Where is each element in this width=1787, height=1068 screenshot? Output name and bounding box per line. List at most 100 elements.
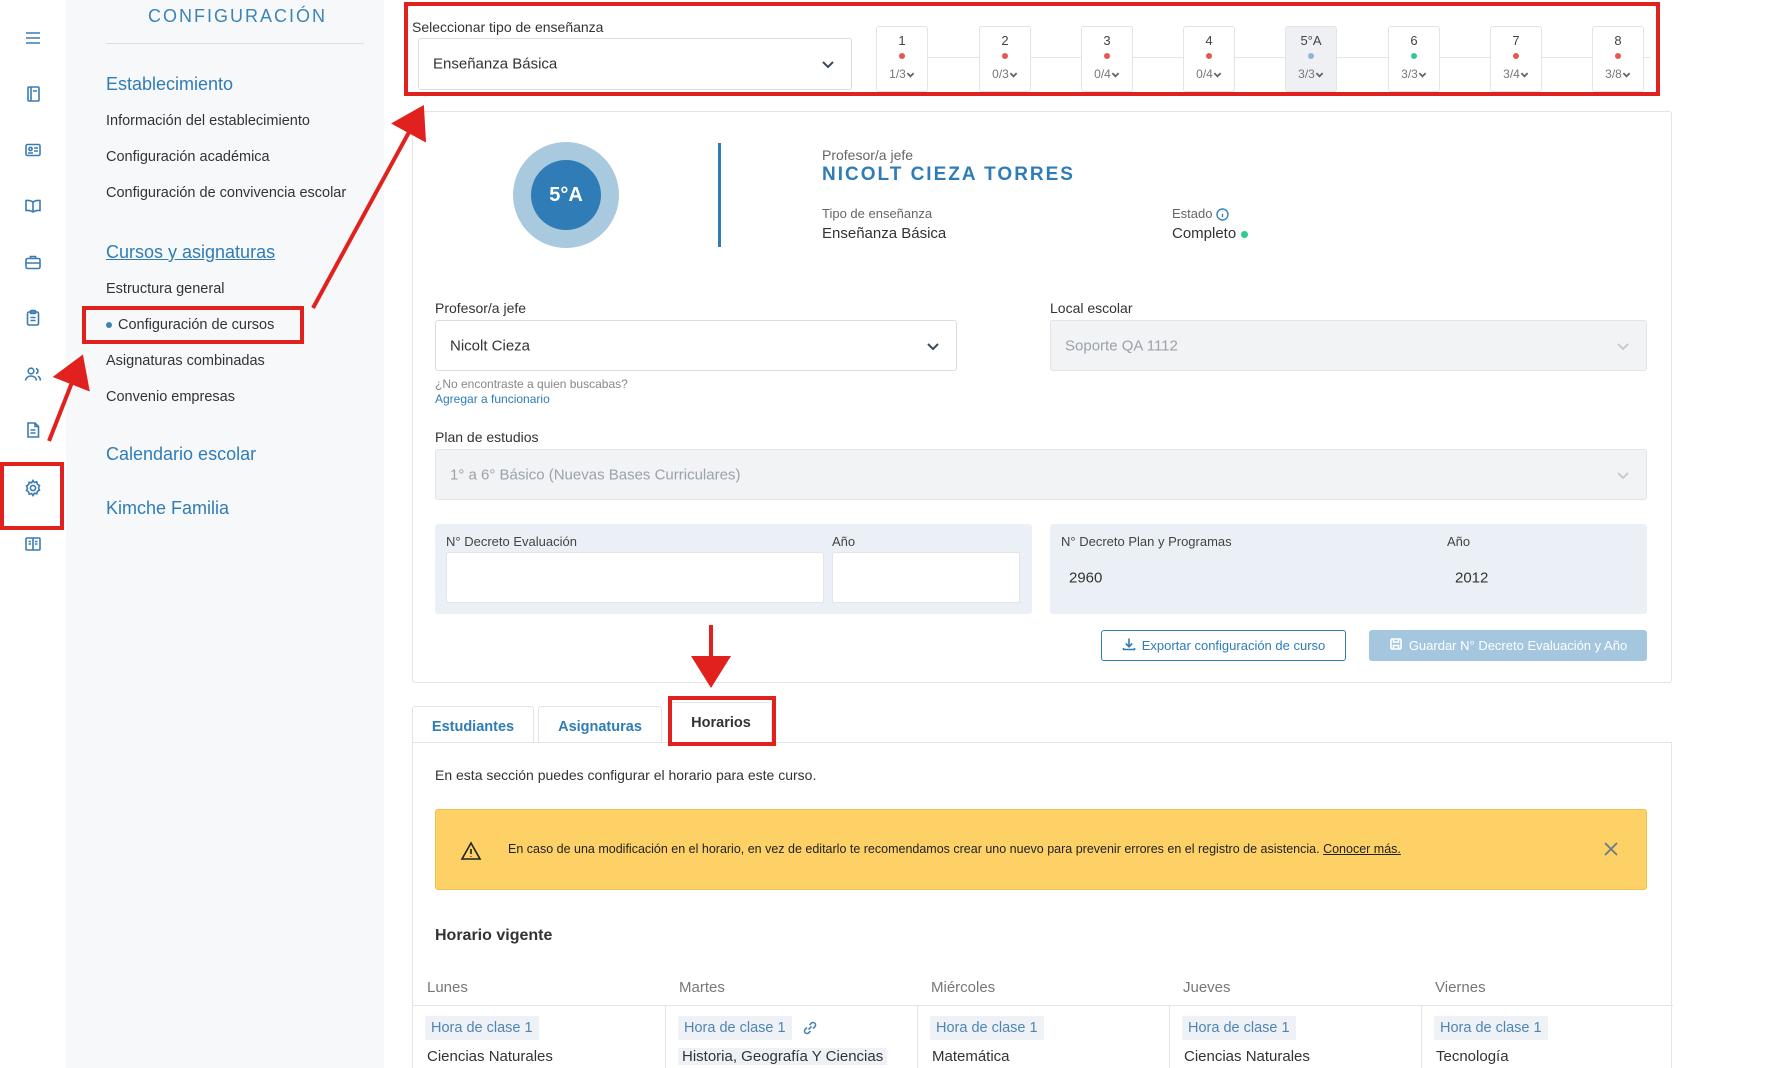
teacher-select[interactable]: Nicolt Cieza [435,320,957,371]
teacher-field-label: Profesor/a jefe [435,300,527,316]
day-column: Hora de clase 1 Ciencias Naturales [1169,1005,1421,1068]
save-icon [1389,637,1403,654]
menu-icon[interactable] [21,26,45,50]
status-label: Estado [1172,206,1213,221]
course-card: 5°A Profesor/a jefe NICOLT CIEZA TORRES … [412,111,1672,683]
download-icon [1122,637,1136,654]
tab-estudiantes[interactable]: Estudiantes [412,706,534,746]
schedule-title: Horario vigente [435,927,553,944]
tab-asignaturas[interactable]: Asignaturas [538,706,662,746]
class-subject: Ciencias Naturales [1184,1048,1310,1065]
info-icon[interactable] [1216,206,1229,221]
class-subject: Historia, Geografía Y Ciencias [678,1048,888,1065]
warning-icon [460,840,482,862]
day-column: Hora de clase 1 Tecnología [1421,1005,1673,1068]
sidebar-item-convenio[interactable]: Convenio empresas [106,389,235,405]
year-plan-value: 2012 [1455,569,1489,586]
day-header: Miércoles [931,979,996,996]
section-kimche-familia[interactable]: Kimche Familia [106,498,229,519]
course-avatar-label: 5°A [531,160,601,230]
course-avatar: 5°A [513,142,619,248]
app-root: CONFIGURACIÓN Establecimiento Informació… [0,0,1787,1068]
day-header: Lunes [427,979,468,996]
decree-plan-box: N° Decreto Plan y Programas Año 2960 201… [1050,524,1647,614]
sidebar-item-estructura[interactable]: Estructura general [106,281,224,297]
id-card-icon[interactable] [21,138,45,162]
sidebar-divider [106,43,364,44]
plan-field-label: Plan de estudios [435,429,539,445]
chevron-down-icon [1616,339,1630,353]
status-dot [1241,230,1249,238]
add-staff-link[interactable]: Agregar a funcionario [435,392,550,406]
status-value: Completo [1172,225,1237,242]
sidebar-item-asignaturas-combinadas[interactable]: Asignaturas combinadas [106,353,265,369]
users-icon[interactable] [21,362,45,386]
day-column: Hora de clase 1 Matemática [917,1005,1169,1068]
decree-plan-value: 2960 [1069,569,1103,586]
day-header: Jueves [1183,979,1231,996]
save-decree-button[interactable]: Guardar N° Decreto Evaluación y Año [1369,630,1647,661]
plan-select-value: 1° a 6° Básico (Nuevas Bases Curriculare… [450,466,741,483]
warning-banner: En caso de una modificación en el horari… [435,809,1647,890]
class-slot-chip[interactable]: Hora de clase 1 [930,1016,1044,1040]
class-slot-chip[interactable]: Hora de clase 1 [678,1016,792,1040]
schedule-panel: En esta sección puedes configurar el hor… [412,742,1673,1068]
learn-more-link[interactable]: Conocer más. [1323,842,1401,856]
annotation-box-gear [0,462,64,530]
briefcase-icon[interactable] [21,250,45,274]
not-found-hint: ¿No encontraste a quien buscabas? [435,377,628,391]
year-plan-label: Año [1447,534,1471,549]
teaching-type-info-label: Tipo de enseñanza [822,206,933,221]
icon-rail [0,0,66,1068]
status-value-row: Completo [1172,225,1249,242]
class-slot-chip[interactable]: Hora de clase 1 [1434,1016,1548,1040]
warning-text: En caso de una modificación en el horari… [508,842,1320,856]
export-config-label: Exportar configuración de curso [1141,638,1326,653]
section-cursos-asignaturas[interactable]: Cursos y asignaturas [106,242,275,263]
teacher-select-value: Nicolt Cieza [450,337,531,354]
day-column: Hora de clase 1 Ciencias Naturales [413,1005,665,1068]
chevron-down-icon [926,339,940,353]
annotation-box-horarios [668,696,776,746]
close-icon[interactable] [1602,840,1620,858]
year-plan-input: 2012 [1447,552,1635,603]
day-column: Hora de clase 1 Historia, Geografía Y Cie… [665,1005,917,1068]
local-select-value: Soporte QA 1112 [1065,337,1178,354]
day-header: Martes [679,979,725,996]
section-establecimiento[interactable]: Establecimiento [106,74,233,95]
year-eval-input[interactable] [832,552,1020,603]
section-calendario[interactable]: Calendario escolar [106,444,256,465]
local-field-label: Local escolar [1050,300,1133,316]
annotation-box-config-courses [82,306,304,344]
sidebar-item-config-academica[interactable]: Configuración académica [106,149,270,165]
class-subject: Tecnología [1436,1048,1509,1065]
teaching-type-info-value: Enseñanza Básica [822,225,947,242]
link-icon[interactable] [801,1019,819,1037]
status-label-row: Estado [1172,206,1229,221]
document-icon[interactable] [21,418,45,442]
clipboard-icon[interactable] [21,306,45,330]
notebook-icon[interactable] [21,82,45,106]
sidebar-title: CONFIGURACIÓN [148,6,327,26]
annotation-box-teaching-type [404,2,1660,96]
config-sidebar: CONFIGURACIÓN Establecimiento Informació… [66,0,384,1068]
sidebar-item-informacion[interactable]: Información del establecimiento [106,113,310,129]
day-header: Viernes [1435,979,1486,996]
head-teacher-label: Profesor/a jefe [822,147,914,163]
book-open-icon[interactable] [21,194,45,218]
export-config-button[interactable]: Exportar configuración de curso [1101,630,1346,661]
chevron-down-icon [1616,468,1630,482]
class-slot-chip[interactable]: Hora de clase 1 [1182,1016,1296,1040]
schedule-intro: En esta sección puedes configurar el hor… [435,767,817,783]
head-teacher-name: NICOLT CIEZA TORRES [822,164,1075,185]
warning-text-row: En caso de una modificación en el horari… [508,842,1401,856]
book-icon[interactable] [21,532,45,556]
class-slot-chip[interactable]: Hora de clase 1 [425,1016,539,1040]
sidebar-item-convivencia[interactable]: Configuración de convivencia escolar [106,185,346,201]
save-decree-label: Guardar N° Decreto Evaluación y Año [1408,638,1628,653]
decree-eval-box: N° Decreto Evaluación Año [435,524,1032,614]
decree-eval-input[interactable] [446,552,824,603]
decree-eval-label: N° Decreto Evaluación [446,534,577,549]
class-subject: Matemática [932,1048,1010,1065]
local-select: Soporte QA 1112 [1050,320,1647,371]
